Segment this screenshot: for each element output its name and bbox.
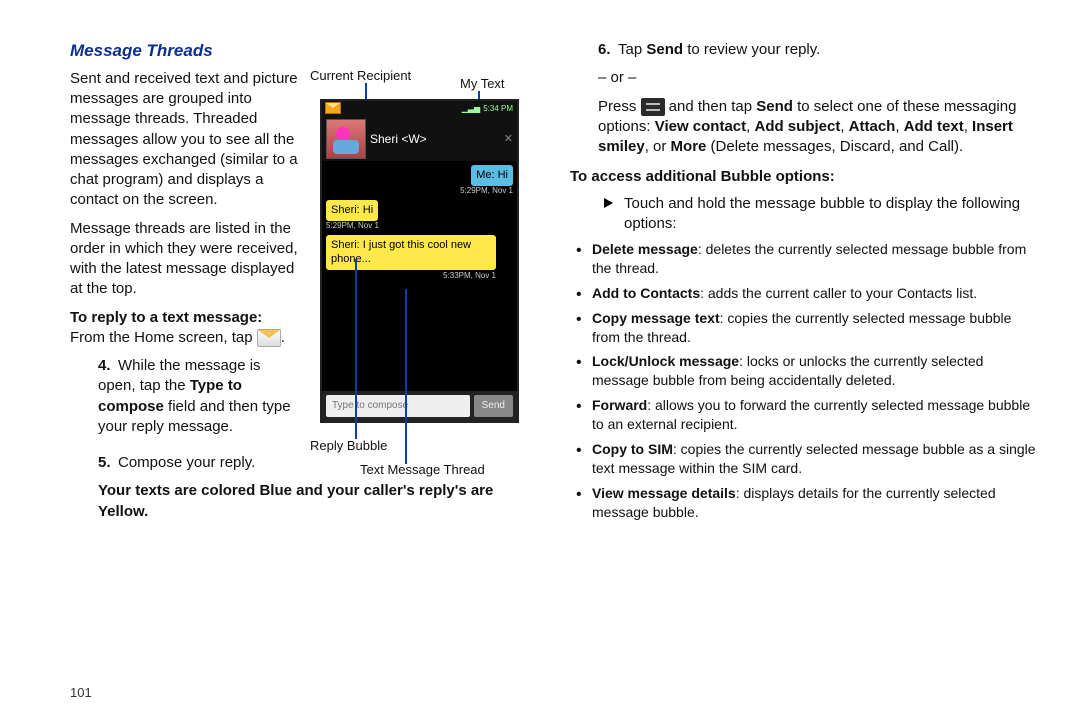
color-note: Your texts are colored Blue and your cal… <box>98 481 530 522</box>
right-column: 6.Tap Send to review your reply. – or – … <box>570 40 1040 710</box>
list-item: Lock/Unlock message: locks or unlocks th… <box>570 352 1040 390</box>
avatar <box>326 119 366 159</box>
send-button[interactable]: Send <box>474 395 513 417</box>
recipient-row: Sheri <W> ✕ <box>322 117 517 161</box>
compose-input[interactable]: Type to compose <box>326 395 470 417</box>
leader-line <box>405 289 407 464</box>
bubble-options-head: To access additional Bubble options: <box>570 167 1040 187</box>
phone-figure: Current Recipient My Text ▁▃▅ 5:34 PM Sh… <box>310 69 530 445</box>
phone-mock: ▁▃▅ 5:34 PM Sheri <W> ✕ Me: Hi 5:29PM, <box>320 99 519 423</box>
or-divider: – or – <box>598 68 1040 88</box>
message-thread: Me: Hi 5:29PM, Nov 1 Sheri: Hi 5:29PM, N… <box>322 161 517 379</box>
label-my-text: My Text <box>460 75 505 93</box>
status-time: 5:34 PM <box>483 104 513 115</box>
label-reply-bubble: Reply Bubble <box>310 437 387 455</box>
list-item: Add to Contacts: adds the current caller… <box>570 284 1040 303</box>
their-bubble: Sheri: Hi 5:29PM, Nov 1 <box>326 200 378 221</box>
messaging-app-icon <box>257 329 281 347</box>
menu-icon <box>641 98 665 116</box>
notification-icon <box>325 102 341 114</box>
intro-p2: Message threads are listed in the order … <box>70 219 300 300</box>
reply-lead: To reply to a text message: From the Hom… <box>70 308 300 349</box>
compose-row: Type to compose Send <box>322 391 517 421</box>
list-item: Copy message text: copies the currently … <box>570 309 1040 347</box>
intro-text: Sent and received text and picture messa… <box>70 69 300 445</box>
step-6: 6.Tap Send to review your reply. <box>598 40 1040 60</box>
list-item: Copy to SIM: copies the currently select… <box>570 440 1040 478</box>
their-bubble: Sheri: I just got this cool new phone...… <box>326 235 496 271</box>
intro-p1: Sent and received text and picture messa… <box>70 69 300 211</box>
leader-line <box>355 259 357 439</box>
bubble-options-list: Delete message: deletes the currently se… <box>570 240 1040 522</box>
label-text-thread: Text Message Thread <box>360 461 485 479</box>
section-heading: Message Threads <box>70 40 530 63</box>
phone-status-bar: ▁▃▅ 5:34 PM <box>322 101 517 117</box>
close-icon: ✕ <box>504 132 513 147</box>
list-item: Forward: allows you to forward the curre… <box>570 396 1040 434</box>
list-item: View message details: displays details f… <box>570 484 1040 522</box>
left-column: Message Threads Sent and received text a… <box>70 40 530 710</box>
list-item: Delete message: deletes the currently se… <box>570 240 1040 278</box>
my-bubble: Me: Hi 5:29PM, Nov 1 <box>471 165 513 186</box>
label-current-recipient: Current Recipient <box>310 67 411 85</box>
touch-hold-instruction: Touch and hold the message bubble to dis… <box>598 194 1040 235</box>
step-4: 4.While the message is open, tap the Typ… <box>98 356 300 437</box>
press-menu-para: Press and then tap Send to select one of… <box>598 97 1040 158</box>
recipient-name: Sheri <W> <box>370 131 427 147</box>
page-number: 101 <box>70 685 92 700</box>
reply-lead-bold: To reply to a text message: <box>70 309 262 326</box>
signal-icon: ▁▃▅ <box>462 104 480 115</box>
